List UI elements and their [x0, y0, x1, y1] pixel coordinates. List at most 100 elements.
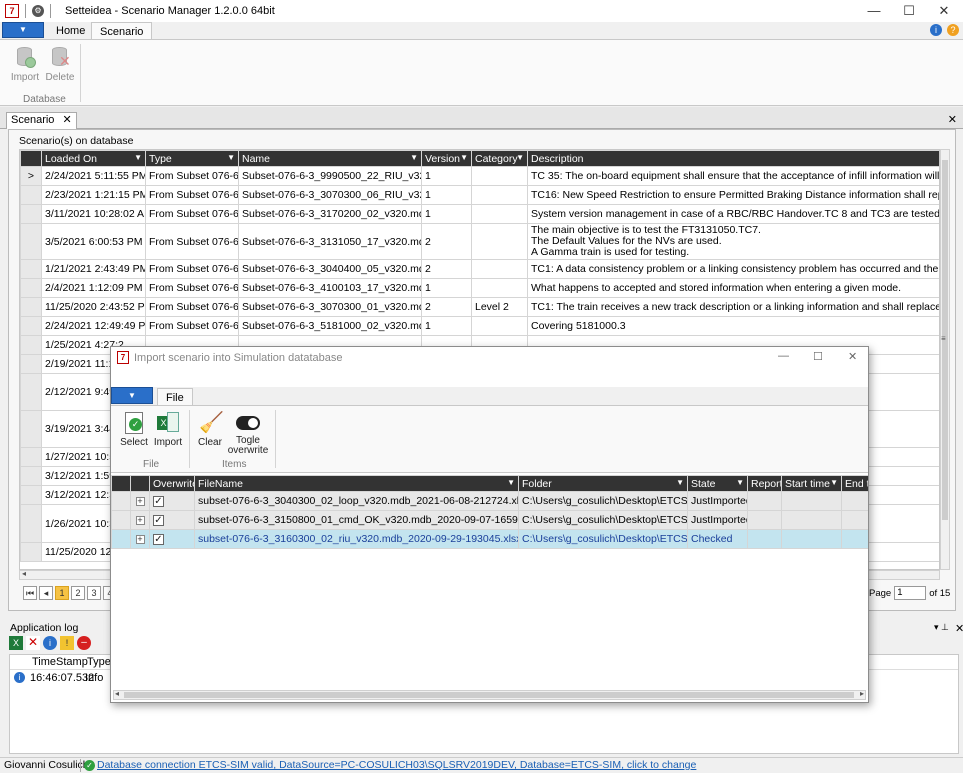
filter-icon[interactable]: ▼: [676, 478, 684, 487]
table-row[interactable]: 2/23/2021 1:21:15 PM From Subset 076-6-3 S…: [20, 185, 939, 205]
pin-icon[interactable]: ▾ ⊥: [934, 622, 949, 633]
cell-name[interactable]: Subset-076-6-3_9990500_22_RIU_v320.mdb: [238, 166, 422, 186]
cell-description[interactable]: What happens to accepted and stored info…: [527, 278, 939, 298]
cell-loaded-on[interactable]: 2/23/2021 1:21:15 PM: [41, 185, 146, 205]
cell-description[interactable]: TC 35: The on-board equipment shall ensu…: [527, 166, 939, 186]
row-selector[interactable]: [111, 491, 131, 511]
row-selector[interactable]: [20, 278, 42, 298]
scroll-left-icon[interactable]: ◂: [115, 689, 119, 698]
cell-version[interactable]: 1: [421, 166, 472, 186]
cell-type[interactable]: From Subset 076-6-3: [145, 278, 239, 298]
close-tab-icon[interactable]: ✕: [62, 114, 71, 126]
row-selector[interactable]: [20, 335, 42, 355]
close-log-icon[interactable]: ✕: [955, 622, 963, 635]
cell-start-time[interactable]: [781, 491, 842, 511]
dialog-close-button[interactable]: ✕: [848, 350, 857, 363]
col-timestamp[interactable]: TimeStamp: [32, 656, 88, 668]
cell-loaded-on[interactable]: 1/21/2021 2:43:49 PM: [41, 259, 146, 279]
filter-icon[interactable]: ▼: [134, 153, 142, 162]
cell-folder[interactable]: C:\Users\g_cosulich\Desktop\ETCS\Log...: [518, 491, 688, 511]
cell-end-time[interactable]: [841, 529, 868, 549]
cell-category[interactable]: Level 2: [471, 297, 528, 317]
row-selector[interactable]: [20, 204, 42, 224]
cell-start-time[interactable]: [781, 529, 842, 549]
cell-name[interactable]: Subset-076-6-3_3170200_02_v320.mdb: [238, 204, 422, 224]
cell-filename[interactable]: subset-076-6-3_3040300_02_loop_v320.mdb_…: [194, 491, 519, 511]
overwrite-checkbox[interactable]: ✓: [153, 534, 164, 545]
filter-icon[interactable]: ▼: [830, 478, 838, 487]
clear-log-icon[interactable]: ✕: [26, 636, 40, 650]
cell-version[interactable]: 2: [421, 297, 472, 317]
cell-report[interactable]: [747, 529, 782, 549]
cell-loaded-on[interactable]: 3/11/2021 10:28:02 AM: [41, 204, 146, 224]
filter-icon[interactable]: ▼: [227, 153, 235, 162]
quick-access-icon[interactable]: ⚙: [32, 5, 44, 17]
row-selector[interactable]: [20, 447, 42, 467]
cell-description[interactable]: TC16: New Speed Restriction to ensure Pe…: [527, 185, 939, 205]
cell-loaded-on[interactable]: 2/4/2021 1:12:09 PM: [41, 278, 146, 298]
row-selector[interactable]: [20, 373, 42, 411]
cell-name[interactable]: Subset-076-6-3_4100103_17_v320.mdb: [238, 278, 422, 298]
import-row[interactable]: + ✓ subset-076-6-3_3150800_01_cmd_OK_v320.…: [111, 510, 868, 530]
scroll-right-icon[interactable]: ▸: [860, 689, 864, 698]
cell-category[interactable]: [471, 259, 528, 279]
cell-loaded-on[interactable]: 3/5/2021 6:00:53 PM: [41, 223, 146, 260]
connection-link[interactable]: Database connection ETCS-SIM valid, Data…: [97, 758, 696, 773]
dialog-import-button[interactable]: X Import: [151, 412, 185, 448]
page-3-button[interactable]: 3: [87, 586, 101, 600]
col-category[interactable]: Category ▼: [471, 150, 528, 167]
warning-filter-icon[interactable]: !: [60, 636, 74, 650]
col-start-time[interactable]: Start time ▼: [781, 475, 842, 492]
page-1-button[interactable]: 1: [55, 586, 69, 600]
import-row[interactable]: + ✓ subset-076-6-3_3160300_02_riu_v320.mdb…: [111, 529, 868, 549]
export-excel-icon[interactable]: X: [9, 636, 23, 650]
cell-name[interactable]: Subset-076-6-3_3070300_01_v320.mdb: [238, 297, 422, 317]
cell-version[interactable]: 1: [421, 185, 472, 205]
row-selector[interactable]: [111, 529, 131, 549]
tab-scenario[interactable]: Scenario: [91, 22, 153, 40]
expand-icon[interactable]: +: [135, 535, 145, 544]
scrollbar-thumb[interactable]: [124, 692, 854, 698]
col-type[interactable]: Type ▼: [145, 150, 239, 167]
filter-icon[interactable]: ▼: [736, 478, 744, 487]
cell-version[interactable]: 2: [421, 259, 472, 279]
cell-folder[interactable]: C:\Users\g_cosulich\Desktop\ETCS\Log...: [518, 510, 688, 530]
maximize-button[interactable]: ☐: [892, 0, 926, 22]
row-selector[interactable]: [111, 510, 131, 530]
cell-category[interactable]: [471, 166, 528, 186]
info-filter-icon[interactable]: i: [43, 636, 57, 650]
first-page-button[interactable]: ⏮: [23, 586, 37, 600]
row-selector[interactable]: [20, 354, 42, 374]
row-selector[interactable]: [20, 410, 42, 448]
cell-category[interactable]: [471, 223, 528, 260]
cell-folder[interactable]: C:\Users\g_cosulich\Desktop\ETCS\Log...: [518, 529, 688, 549]
page-2-button[interactable]: 2: [71, 586, 85, 600]
table-row[interactable]: 2/24/2021 12:49:49 PM From Subset 076-6-3…: [20, 316, 939, 336]
cell-description[interactable]: TC1: The train receives a new track desc…: [527, 297, 939, 317]
dialog-maximize-button[interactable]: ☐: [813, 350, 823, 363]
expand-cell[interactable]: +: [130, 529, 150, 549]
cell-description[interactable]: System version management in case of a R…: [527, 204, 939, 224]
cell-description[interactable]: Covering 5181000.3: [527, 316, 939, 336]
import-button[interactable]: Import: [9, 46, 41, 83]
cell-report[interactable]: [747, 510, 782, 530]
scroll-left-icon[interactable]: ◂: [22, 569, 26, 578]
info-icon[interactable]: i: [930, 24, 942, 36]
row-selector[interactable]: [20, 542, 42, 562]
cell-loaded-on[interactable]: 11/25/2020 2:43:52 PM: [41, 297, 146, 317]
cell-end-time[interactable]: [841, 510, 868, 530]
filter-icon[interactable]: ▼: [410, 153, 418, 162]
row-selector[interactable]: [20, 259, 42, 279]
cell-name[interactable]: Subset-076-6-3_3070300_06_RIU_v320.mdb: [238, 185, 422, 205]
toggle-overwrite-button[interactable]: Togle overwrite: [227, 412, 269, 456]
filter-icon[interactable]: ▼: [516, 153, 524, 162]
cell-description[interactable]: TC1: A data consistency problem or a lin…: [527, 259, 939, 279]
row-selector[interactable]: [20, 185, 42, 205]
tab-scenario-doc[interactable]: Scenario ✕: [6, 112, 77, 129]
cell-type[interactable]: From Subset 076-6-3: [145, 316, 239, 336]
tab-home[interactable]: Home: [48, 22, 93, 40]
cell-report[interactable]: [747, 491, 782, 511]
table-row[interactable]: >2/24/2021 5:11:55 PM From Subset 076-6-3…: [20, 166, 939, 186]
table-row[interactable]: 3/11/2021 10:28:02 AM From Subset 076-6-3…: [20, 204, 939, 224]
filter-icon[interactable]: ▼: [460, 153, 468, 162]
